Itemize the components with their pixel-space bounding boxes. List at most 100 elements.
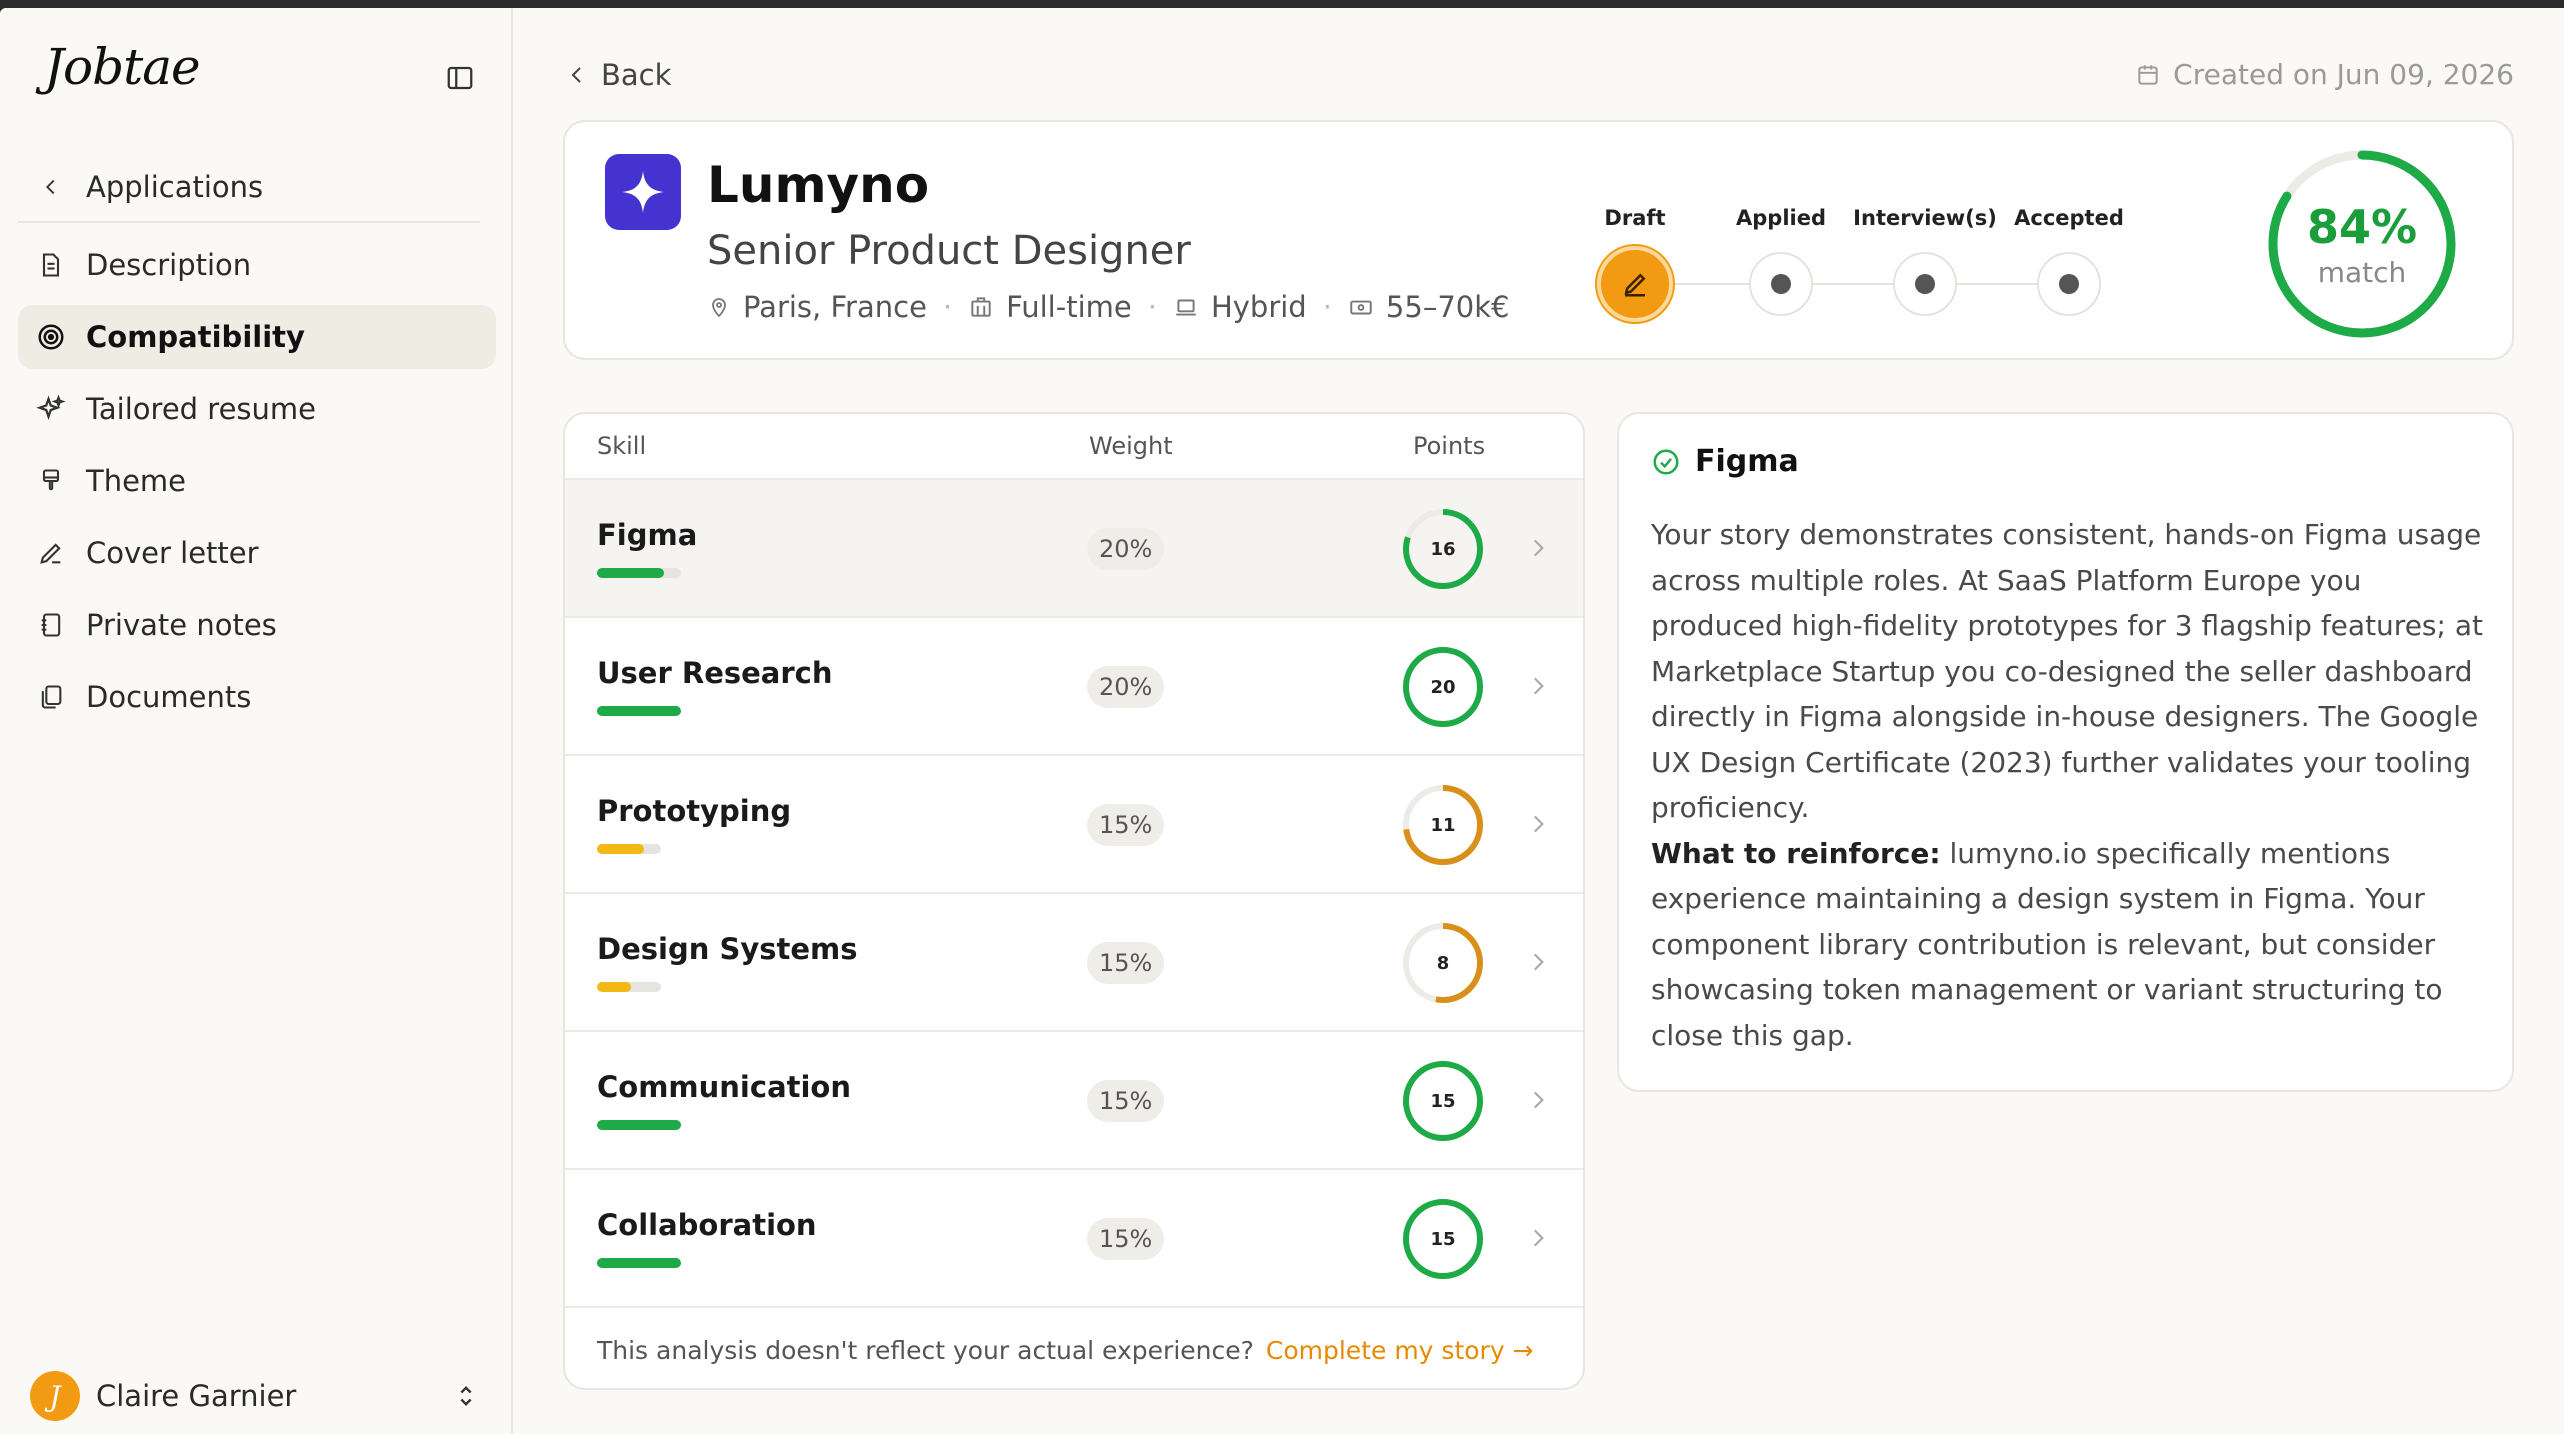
skill-progress-bar: [597, 568, 664, 578]
pen-icon: [34, 536, 68, 570]
table-row[interactable]: Communication 15% 15: [565, 1032, 1583, 1170]
notebook-icon: [34, 608, 68, 642]
job-location: Paris, France: [707, 290, 927, 324]
sidebar-item-private-notes[interactable]: Private notes: [18, 593, 496, 657]
company-logo: [605, 154, 681, 230]
skill-name: Communication: [597, 1070, 852, 1104]
table-row[interactable]: User Research 20% 20: [565, 618, 1583, 756]
user-name: Claire Garnier: [96, 1379, 297, 1413]
points-ring: 16: [1401, 507, 1485, 591]
files-icon: [34, 680, 68, 714]
app-logo[interactable]: Jobtae: [44, 38, 201, 96]
sidebar-item-label: Documents: [86, 680, 252, 714]
table-footer: This analysis doesn't reflect your actua…: [597, 1336, 1534, 1365]
job-mode-label: Hybrid: [1210, 290, 1307, 324]
points-value: 16: [1430, 538, 1456, 560]
sidebar-item-label: Description: [86, 248, 252, 282]
skill-progress-track: [597, 568, 681, 578]
step-label-draft: Draft: [1604, 206, 1666, 230]
chevron-left-icon: [571, 67, 581, 83]
paintbrush-icon: [34, 464, 68, 498]
table-row[interactable]: Design Systems 15% 8: [565, 894, 1583, 1032]
target-icon: [34, 320, 68, 354]
application-stepper: Draft Applied Interview(s) Accepted: [1597, 206, 2235, 326]
sparkle-logo-icon: [622, 171, 664, 213]
complete-story-link[interactable]: Complete my story →: [1266, 1336, 1534, 1365]
weight-badge: 15%: [1087, 804, 1165, 846]
sidebar-item-compatibility[interactable]: Compatibility: [18, 305, 496, 369]
skill-progress-bar: [597, 706, 681, 716]
check-circle-icon: [1653, 449, 1679, 474]
job-mode: Hybrid: [1173, 290, 1307, 324]
skill-name: User Research: [597, 656, 833, 690]
match-label: match: [2317, 256, 2407, 289]
job-type-label: Full-time: [1006, 290, 1132, 324]
sidebar-item-theme[interactable]: Theme: [18, 449, 496, 513]
sidebar-item-label: Private notes: [86, 608, 277, 642]
map-pin-icon: [712, 298, 726, 318]
step-interviews[interactable]: [1893, 252, 1957, 316]
sidebar-back-label: Applications: [86, 170, 264, 204]
col-weight: Weight: [1089, 432, 1173, 460]
job-type: Full-time: [968, 290, 1132, 324]
sidebar-nav: Applications Description Compatibility T…: [18, 153, 496, 737]
sidebar-item-label: Cover letter: [86, 536, 259, 570]
chevron-right-icon: [1533, 539, 1544, 557]
skills-table: Skill Weight Points Figma 20% 16 User Re…: [563, 412, 1585, 1390]
detail-title: Figma: [1651, 444, 1799, 479]
sidebar-toggle-icon: [447, 66, 473, 90]
sidebar-item-description[interactable]: Description: [18, 233, 496, 297]
reinforce-label: What to reinforce:: [1651, 836, 1941, 870]
calendar-icon: [2138, 64, 2158, 85]
points-ring: 15: [1401, 1059, 1485, 1143]
created-date: Created on Jun 09, 2026: [2135, 58, 2514, 91]
points-value: 8: [1436, 952, 1450, 974]
skill-name: Prototyping: [597, 794, 792, 828]
pencil-icon: [1624, 273, 1646, 297]
detail-text: Your story demonstrates consistent, hand…: [1651, 518, 2483, 824]
sidebar-back-applications[interactable]: Applications: [18, 153, 480, 223]
points-value: 15: [1430, 1228, 1456, 1250]
weight-badge: 20%: [1087, 528, 1165, 570]
main-content: Back Created on Jun 09, 2026 Lumyno Seni…: [513, 8, 2564, 1434]
step-accepted[interactable]: [2037, 252, 2101, 316]
chevron-up-down-icon: [460, 1386, 472, 1406]
building-icon: [971, 297, 991, 317]
table-header: Skill Weight Points: [565, 414, 1583, 480]
skill-progress-bar: [597, 1120, 681, 1130]
step-applied[interactable]: [1749, 252, 1813, 316]
table-body: Figma 20% 16 User Research 20% 20 Protot…: [565, 480, 1583, 1308]
step-dot: [1771, 274, 1791, 294]
col-skill: Skill: [597, 432, 647, 460]
sidebar-item-cover-letter[interactable]: Cover letter: [18, 521, 496, 585]
company-name: Lumyno: [707, 156, 930, 214]
back-button[interactable]: Back: [565, 58, 671, 92]
skill-progress-bar: [597, 982, 631, 992]
match-percentage: 84%: [2306, 200, 2418, 254]
user-menu[interactable]: J Claire Garnier: [30, 1366, 480, 1426]
sidebar-item-label: Compatibility: [86, 320, 305, 354]
step-label-accepted: Accepted: [2014, 206, 2124, 230]
skill-progress-track: [597, 1120, 681, 1130]
step-draft[interactable]: [1597, 246, 1673, 322]
step-label-applied: Applied: [1736, 206, 1826, 230]
sidebar-item-documents[interactable]: Documents: [18, 665, 496, 729]
table-row[interactable]: Collaboration 15% 15: [565, 1170, 1583, 1308]
job-meta: Paris, France · Full-time · Hybrid · 55–…: [707, 290, 1509, 324]
weight-badge: 15%: [1087, 942, 1165, 984]
avatar: J: [30, 1371, 80, 1421]
sidebar-toggle-button[interactable]: [440, 58, 480, 98]
table-row[interactable]: Prototyping 15% 11: [565, 756, 1583, 894]
sidebar-item-tailored-resume[interactable]: Tailored resume: [18, 377, 496, 441]
footer-text: This analysis doesn't reflect your actua…: [597, 1336, 1254, 1365]
weight-badge: 15%: [1087, 1218, 1165, 1260]
step-dot: [1915, 274, 1935, 294]
sparkles-icon: [34, 392, 68, 426]
job-salary-label: 55–70k€: [1385, 290, 1510, 324]
meta-separator: ·: [1147, 290, 1157, 324]
sidebar-item-label: Theme: [86, 464, 187, 498]
table-row[interactable]: Figma 20% 16: [565, 480, 1583, 618]
skill-progress-track: [597, 706, 681, 716]
match-gauge: 84% match: [2264, 146, 2460, 342]
meta-separator: ·: [1322, 290, 1332, 324]
